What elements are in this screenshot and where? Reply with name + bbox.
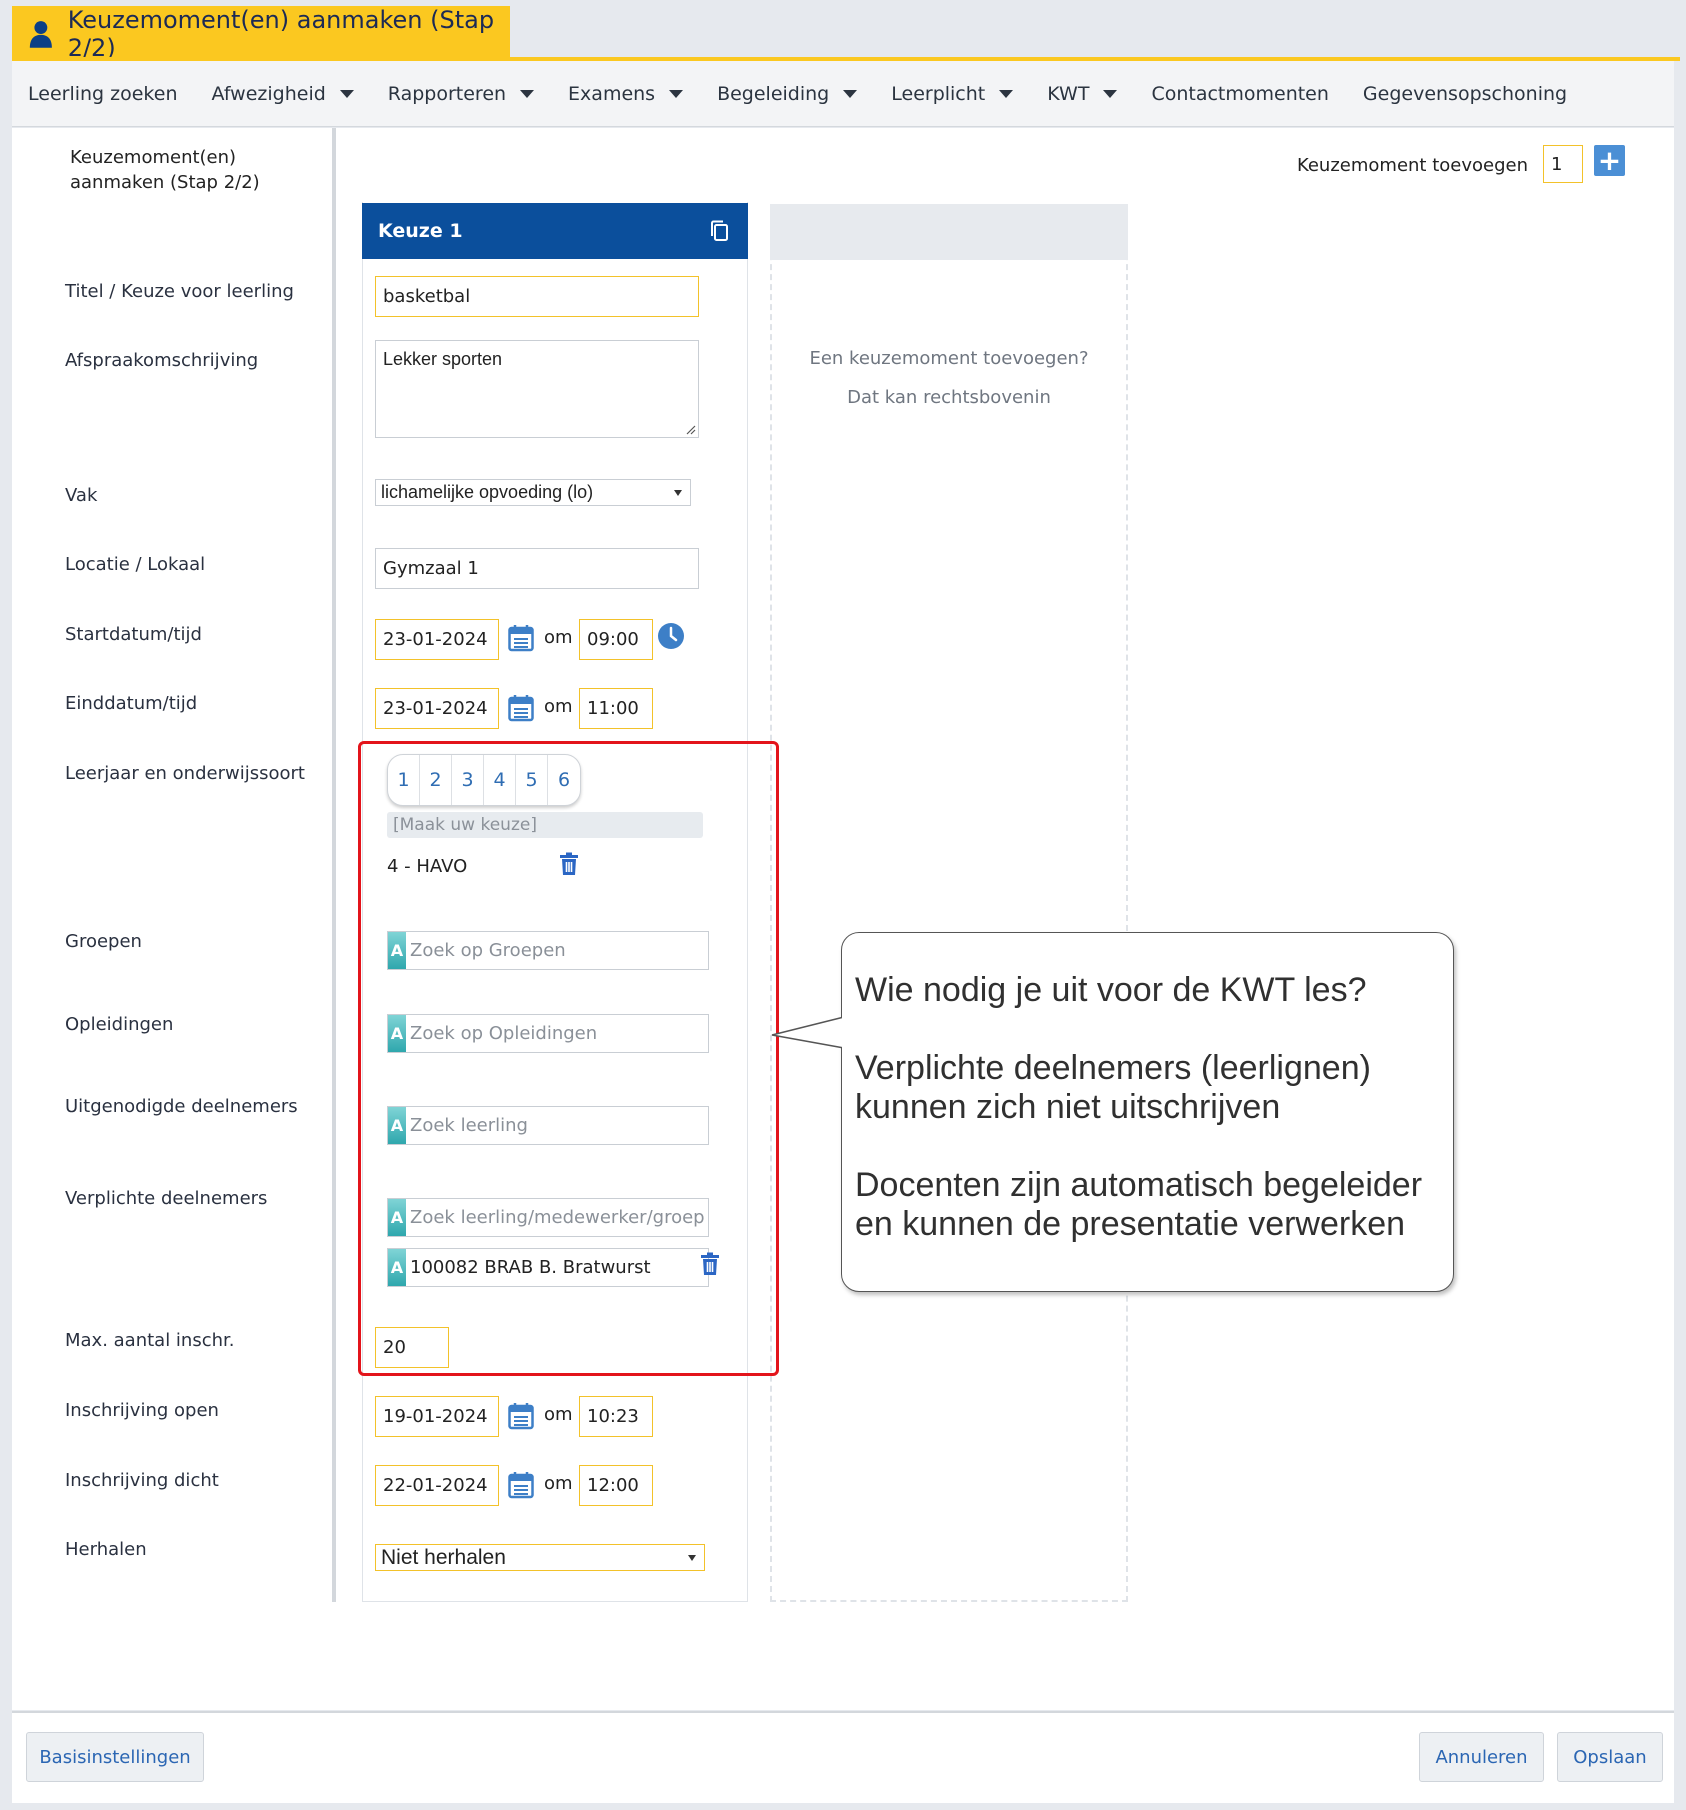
annotation-callout: Wie nodig je uit voor de KWT les? Verpli… — [841, 932, 1454, 1292]
window-title: Keuzemoment(en) aanmaken (Stap 2/2) — [67, 5, 495, 62]
calendar-icon[interactable] — [508, 1471, 534, 1499]
main-panel: Keuzemoment(en) aanmaken (Stap 2/2) Tite… — [12, 128, 1674, 1710]
nav-label: Leerplicht — [891, 82, 986, 105]
label-opleidingen: Opleidingen — [65, 1014, 174, 1035]
nav-label: Contactmomenten — [1151, 82, 1329, 105]
callout-pointer — [771, 1010, 846, 1060]
caret-down-icon — [1103, 89, 1118, 98]
keuze-card-title: Keuze 1 — [378, 220, 463, 242]
nav-afwezigheid[interactable]: Afwezigheid — [212, 83, 354, 105]
keuze-card-header: Keuze 1 — [362, 203, 748, 259]
label-verplicht: Verplichte deelnemers — [65, 1188, 268, 1209]
om-label: om — [544, 1404, 573, 1425]
end-date-input[interactable]: 23-01-2024 — [375, 688, 499, 729]
nav-label: Afwezigheid — [211, 82, 326, 105]
callout-line: Wie nodig je uit voor de KWT les? — [855, 971, 1367, 1009]
dropdown-arrow-icon — [674, 489, 682, 496]
callout-line: Verplichte deelnemers (leerlignen) — [855, 1049, 1371, 1087]
afspraak-textarea[interactable]: Lekker sporten — [375, 340, 699, 438]
calendar-icon[interactable] — [508, 624, 534, 652]
empty-moment-header — [770, 204, 1128, 260]
label-uitgenodigd: Uitgenodigde deelnemers — [65, 1096, 298, 1117]
nav-label: Examens — [568, 82, 656, 105]
titel-input[interactable]: basketbal — [375, 276, 699, 317]
label-groepen: Groepen — [65, 931, 142, 952]
empty-hint-line1: Een keuzemoment toevoegen? — [809, 348, 1089, 369]
label-afspraak: Afspraakomschrijving — [65, 350, 259, 371]
callout-line: en kunnen de presentatie verwerken — [855, 1205, 1406, 1243]
nav-label: KWT — [1047, 82, 1090, 105]
callout-line: Docenten zijn automatisch begeleider — [855, 1166, 1423, 1204]
vak-value: lichamelijke opvoeding (lo) — [381, 482, 594, 502]
locatie-input[interactable]: Gymzaal 1 — [375, 548, 699, 589]
nav-label: Gegevensopschoning — [1362, 82, 1568, 105]
basisinstellingen-button[interactable]: Basisinstellingen — [26, 1732, 204, 1782]
nav-gegevensopschoning[interactable]: Gegevensopschoning — [1363, 83, 1567, 105]
label-locatie: Locatie / Lokaal — [65, 554, 206, 575]
caret-down-icon — [520, 89, 535, 98]
nav-contactmomenten[interactable]: Contactmomenten — [1151, 83, 1328, 105]
vak-select[interactable]: lichamelijke opvoeding (lo) — [375, 479, 691, 506]
calendar-icon[interactable] — [508, 1402, 534, 1430]
add-count-input[interactable]: 1 — [1543, 145, 1583, 183]
caret-down-icon — [999, 89, 1014, 98]
end-time-input[interactable]: 11:00 — [579, 688, 653, 729]
plus-icon[interactable]: + — [1594, 145, 1625, 176]
step-header: Keuzemoment(en) aanmaken (Stap 2/2) — [70, 147, 260, 193]
label-inschrijving-dicht: Inschrijving dicht — [65, 1470, 219, 1491]
nav-examens[interactable]: Examens — [568, 82, 684, 105]
add-moment-label: Keuzemoment toevoegen — [1296, 155, 1528, 176]
nav-begeleiding[interactable]: Begeleiding — [717, 82, 858, 105]
caret-down-icon — [843, 89, 858, 98]
opslaan-button[interactable]: Opslaan — [1557, 1732, 1663, 1782]
empty-hint-line2: Dat kan rechtsbovenin — [847, 387, 1051, 408]
caret-down-icon — [669, 89, 684, 98]
dicht-time-input[interactable]: 12:00 — [579, 1465, 653, 1506]
copy-icon[interactable] — [708, 219, 730, 243]
label-leerjaar: Leerjaar en onderwijssoort — [65, 763, 305, 784]
label-titel: Titel / Keuze voor leerling — [65, 281, 294, 302]
nav-leerplicht[interactable]: Leerplicht — [891, 82, 1014, 105]
om-label: om — [544, 627, 573, 648]
empty-moment-column — [770, 204, 1128, 1602]
calendar-icon[interactable] — [508, 694, 534, 722]
label-max: Max. aantal inschr. — [65, 1330, 235, 1351]
afspraak-value: Lekker sporten — [383, 349, 503, 369]
clock-icon[interactable] — [657, 622, 685, 650]
label-einddatum: Einddatum/tijd — [65, 693, 198, 714]
resize-handle-icon[interactable] — [684, 423, 696, 435]
nav-rapporteren[interactable]: Rapporteren — [387, 82, 535, 105]
window-title-tab: Keuzemoment(en) aanmaken (Stap 2/2) — [12, 5, 510, 62]
callout-line: kunnen zich niet uitschrijven — [855, 1088, 1281, 1126]
nav-label: Begeleiding — [717, 82, 830, 105]
person-icon — [29, 20, 52, 48]
main-navigation: Leerling zoeken Afwezigheid Rapporteren … — [12, 61, 1674, 127]
caret-down-icon — [339, 89, 354, 98]
label-vak: Vak — [65, 485, 98, 506]
open-time-input[interactable]: 10:23 — [579, 1396, 653, 1437]
label-startdatum: Startdatum/tijd — [65, 624, 202, 645]
dropdown-arrow-icon — [688, 1554, 696, 1561]
label-inschrijving-open: Inschrijving open — [65, 1400, 219, 1421]
herhalen-select[interactable]: Niet herhalen — [375, 1544, 705, 1571]
om-label: om — [544, 1473, 573, 1494]
highlight-box — [358, 741, 779, 1376]
label-herhalen: Herhalen — [65, 1539, 147, 1560]
dicht-date-input[interactable]: 22-01-2024 — [375, 1465, 499, 1506]
herhalen-value: Niet herhalen — [381, 1545, 506, 1569]
nav-leerling-zoeken[interactable]: Leerling zoeken — [28, 83, 178, 105]
om-label: om — [544, 696, 573, 717]
annuleren-button[interactable]: Annuleren — [1419, 1732, 1544, 1782]
start-date-input[interactable]: 23-01-2024 — [375, 619, 499, 660]
nav-label: Rapporteren — [387, 82, 507, 105]
nav-label: Leerling zoeken — [28, 82, 178, 105]
nav-kwt[interactable]: KWT — [1047, 82, 1118, 105]
start-time-input[interactable]: 09:00 — [579, 619, 653, 660]
open-date-input[interactable]: 19-01-2024 — [375, 1396, 499, 1437]
footer-bar: Basisinstellingen Annuleren Opslaan — [12, 1711, 1674, 1803]
